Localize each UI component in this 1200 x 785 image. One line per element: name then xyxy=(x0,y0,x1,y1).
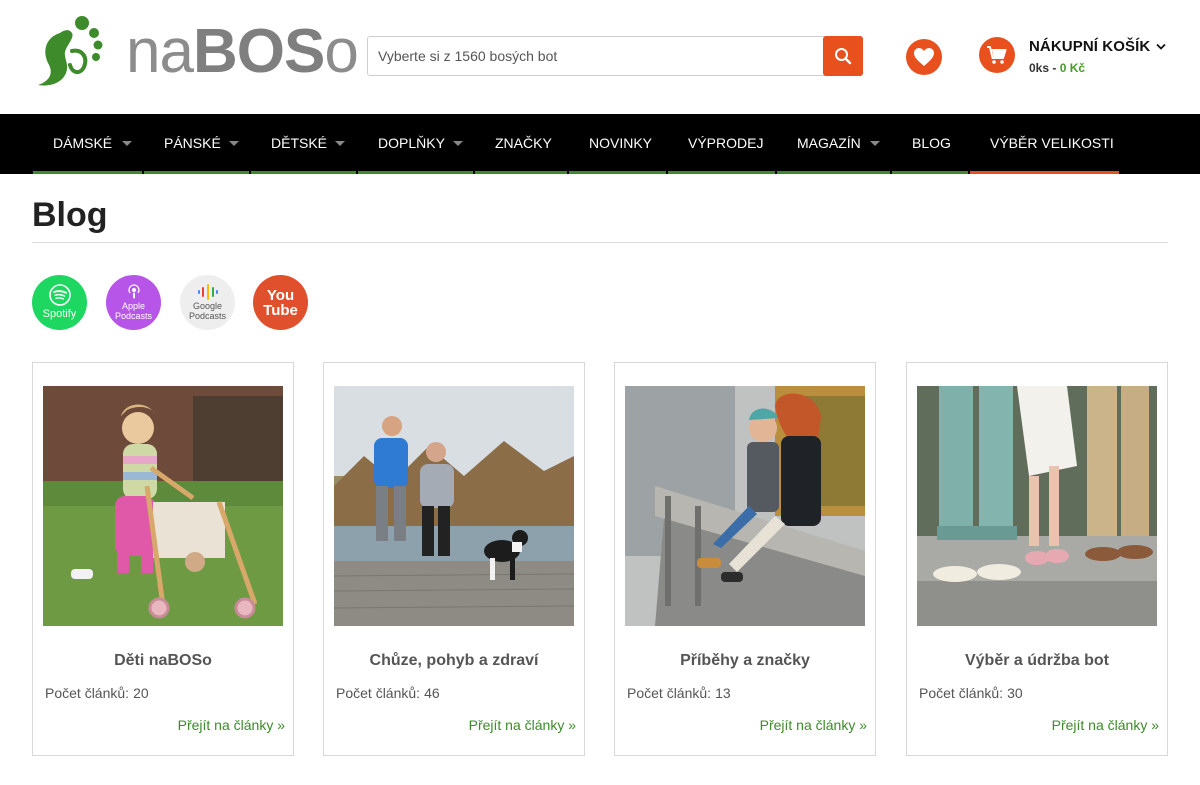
nav-item-vyber-velikosti[interactable]: VÝBĚR VELIKOSTI xyxy=(970,114,1119,174)
blog-category-card[interactable]: Chůze, pohyb a zdraví Počet článků: 46 Př… xyxy=(323,362,585,756)
dropdown-arrow-icon xyxy=(870,141,880,146)
search-input[interactable] xyxy=(368,37,823,75)
apple-podcasts-icon xyxy=(127,283,140,299)
search-button[interactable] xyxy=(823,36,863,76)
dropdown-arrow-icon xyxy=(229,141,239,146)
category-image[interactable] xyxy=(334,386,574,626)
article-count: Počet článků: 20 xyxy=(45,685,149,701)
cart-button[interactable] xyxy=(979,37,1015,73)
search-bar xyxy=(367,36,863,76)
nav-item-damske[interactable]: DÁMSKÉ xyxy=(33,114,142,174)
category-image[interactable] xyxy=(625,386,865,626)
blog-category-card[interactable]: Výběr a údržba bot Počet článků: 30 Přejí… xyxy=(906,362,1168,756)
dropdown-arrow-icon xyxy=(122,141,132,146)
category-title[interactable]: Děti naBOSo xyxy=(33,652,293,670)
nav-item-doplnky[interactable]: DOPLŇKY xyxy=(358,114,473,174)
google-podcasts-icon xyxy=(197,283,218,300)
youtube-icon: You Tube xyxy=(263,287,298,319)
nav-item-znacky[interactable]: ZNAČKY xyxy=(475,114,567,174)
nav-item-novinky[interactable]: NOVINKY xyxy=(569,114,666,174)
heart-icon xyxy=(914,48,934,66)
site-header: naBOSo NÁKUPNÍ KOŠÍK 0ks - 0 Kč xyxy=(0,0,1200,114)
cart-label[interactable]: NÁKUPNÍ KOŠÍK xyxy=(1029,38,1166,55)
category-title[interactable]: Chůze, pohyb a zdraví xyxy=(324,652,584,670)
blog-category-card[interactable]: Příběhy a značky Počet článků: 13 Přejít … xyxy=(614,362,876,756)
blog-category-card[interactable]: Děti naBOSo Počet článků: 20 Přejít na čl… xyxy=(32,362,294,756)
cart-icon xyxy=(987,46,1007,64)
chevron-down-icon xyxy=(1156,43,1166,50)
cart-summary: 0ks - 0 Kč xyxy=(1029,61,1086,75)
title-divider xyxy=(32,242,1168,243)
page-title: Blog xyxy=(32,196,108,234)
category-image[interactable] xyxy=(43,386,283,626)
nav-item-panske[interactable]: PÁNSKÉ xyxy=(144,114,249,174)
main-nav: DÁMSKÉ PÁNSKÉ DĚTSKÉ DOPLŇKY ZNAČKY NOVI… xyxy=(0,114,1200,174)
nav-item-blog[interactable]: BLOG xyxy=(892,114,968,174)
category-title[interactable]: Příběhy a značky xyxy=(615,652,875,670)
google-podcasts-link[interactable]: Google Podcasts xyxy=(180,275,235,330)
go-to-articles-link[interactable]: Přejít na články » xyxy=(469,717,576,733)
dropdown-arrow-icon xyxy=(453,141,463,146)
footprint-icon xyxy=(38,16,103,86)
apple-podcasts-link[interactable]: Apple Podcasts xyxy=(106,275,161,330)
article-count: Počet článků: 30 xyxy=(919,685,1023,701)
site-logo[interactable]: naBOSo xyxy=(32,10,359,90)
spotify-link[interactable]: Spotify xyxy=(32,275,87,330)
category-image[interactable] xyxy=(917,386,1157,626)
nav-item-detske[interactable]: DĚTSKÉ xyxy=(251,114,356,174)
nav-item-magazin[interactable]: MAGAZÍN xyxy=(777,114,890,174)
nav-item-vyprodej[interactable]: VÝPRODEJ xyxy=(668,114,775,174)
magnifier-icon xyxy=(835,48,852,65)
logo-wordmark: naBOSo xyxy=(126,17,359,86)
article-count: Počet článků: 13 xyxy=(627,685,731,701)
spotify-icon xyxy=(48,284,71,307)
wishlist-button[interactable] xyxy=(906,39,942,75)
go-to-articles-link[interactable]: Přejít na články » xyxy=(178,717,285,733)
youtube-link[interactable]: You Tube xyxy=(253,275,308,330)
dropdown-arrow-icon xyxy=(335,141,345,146)
category-title[interactable]: Výběr a údržba bot xyxy=(907,652,1167,670)
article-count: Počet článků: 46 xyxy=(336,685,440,701)
go-to-articles-link[interactable]: Přejít na články » xyxy=(760,717,867,733)
go-to-articles-link[interactable]: Přejít na články » xyxy=(1052,717,1159,733)
